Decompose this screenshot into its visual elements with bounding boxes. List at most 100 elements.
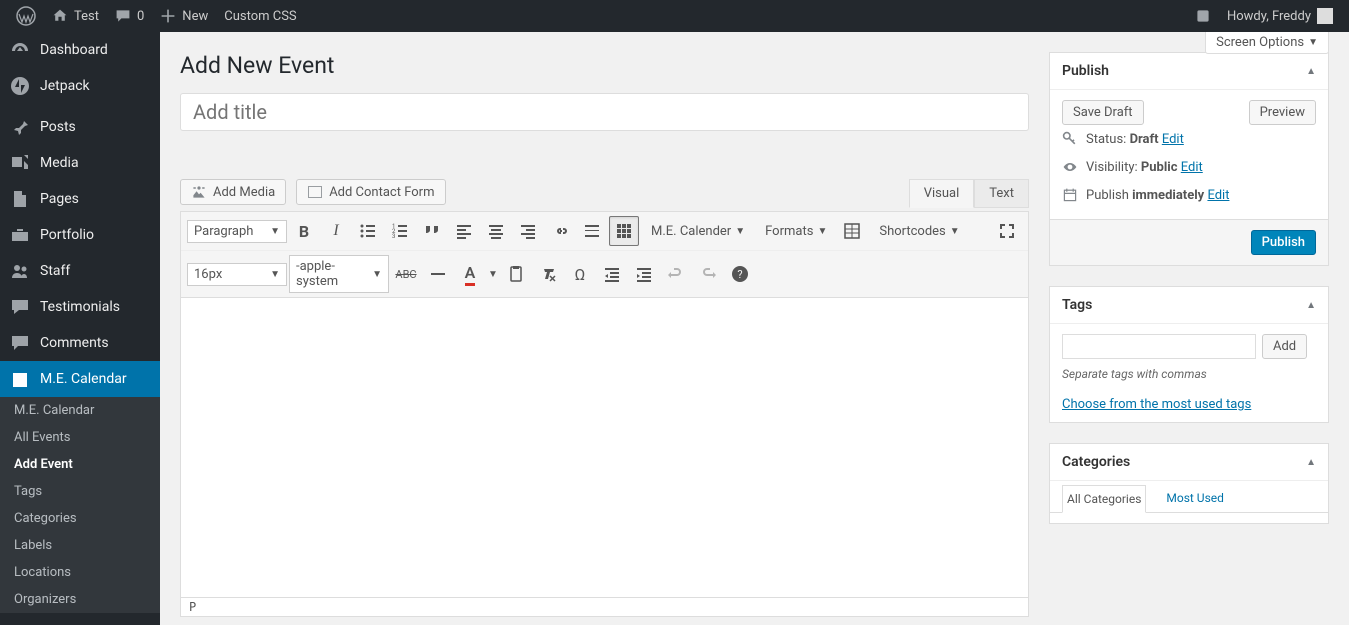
clear-format-button[interactable] bbox=[533, 259, 563, 289]
tab-all-categories[interactable]: All Categories bbox=[1062, 485, 1146, 513]
sidebar-item-testimonials[interactable]: Testimonials bbox=[0, 289, 160, 325]
submenu-organizers[interactable]: Organizers bbox=[0, 586, 160, 613]
undo-button[interactable] bbox=[661, 259, 691, 289]
sidebar-item-comments[interactable]: Comments bbox=[0, 325, 160, 361]
fontsize-select[interactable]: 16px▼ bbox=[187, 263, 287, 286]
edit-visibility-link[interactable]: Edit bbox=[1181, 160, 1203, 175]
bullet-list-button[interactable] bbox=[353, 216, 383, 246]
svg-text:?: ? bbox=[737, 268, 742, 281]
sidebar-item-staff[interactable]: Staff bbox=[0, 253, 160, 289]
paste-text-button[interactable] bbox=[501, 259, 531, 289]
submenu-add-event[interactable]: Add Event bbox=[0, 451, 160, 478]
tab-most-used[interactable]: Most Used bbox=[1162, 485, 1228, 512]
align-left-button[interactable] bbox=[449, 216, 479, 246]
account-link[interactable]: Howdy, Freddy bbox=[1219, 0, 1341, 32]
title-input[interactable] bbox=[180, 93, 1029, 131]
calendar-small-icon bbox=[1062, 187, 1078, 203]
submenu-labels[interactable]: Labels bbox=[0, 532, 160, 559]
italic-button[interactable]: I bbox=[321, 216, 351, 246]
toolbar-toggle-button[interactable] bbox=[609, 216, 639, 246]
wp-logo[interactable] bbox=[8, 0, 44, 32]
preview-button[interactable]: Preview bbox=[1249, 100, 1316, 125]
users-icon bbox=[10, 261, 30, 281]
sidebar-item-portfolio[interactable]: Portfolio bbox=[0, 217, 160, 253]
categories-metabox-toggle[interactable]: Categories▲ bbox=[1050, 444, 1328, 481]
publish-metabox: Publish▲ Save Draft Preview Status: Draf… bbox=[1049, 52, 1329, 266]
submenu-locations[interactable]: Locations bbox=[0, 559, 160, 586]
portfolio-icon bbox=[10, 225, 30, 245]
new-link[interactable]: New bbox=[152, 0, 216, 32]
fontfamily-select[interactable]: -apple-system▼ bbox=[289, 255, 389, 293]
sidebar-item-pages[interactable]: Pages bbox=[0, 181, 160, 217]
page-icon bbox=[10, 189, 30, 209]
editor-path: p bbox=[180, 598, 1029, 617]
tags-metabox: Tags▲ Add Separate tags with commas Choo… bbox=[1049, 286, 1329, 423]
comment-icon bbox=[10, 333, 30, 353]
comments-link[interactable]: 0 bbox=[107, 0, 152, 32]
page-title: Add New Event bbox=[180, 52, 1029, 79]
align-right-button[interactable] bbox=[513, 216, 543, 246]
blockquote-button[interactable] bbox=[417, 216, 447, 246]
table-button[interactable] bbox=[837, 216, 867, 246]
avatar-icon bbox=[1317, 8, 1333, 24]
shortcodes-dropdown[interactable]: Shortcodes▼ bbox=[869, 216, 967, 246]
hr-button[interactable] bbox=[423, 259, 453, 289]
submenu-calendar[interactable]: M.E. Calendar bbox=[0, 397, 160, 424]
add-media-button[interactable]: Add Media bbox=[180, 179, 286, 205]
site-link[interactable]: Test bbox=[44, 0, 107, 32]
tab-text[interactable]: Text bbox=[974, 179, 1029, 208]
tags-input[interactable] bbox=[1062, 334, 1256, 359]
more-button[interactable] bbox=[577, 216, 607, 246]
indent-button[interactable] bbox=[629, 259, 659, 289]
tags-hint: Separate tags with commas bbox=[1062, 367, 1316, 381]
sidebar-item-jetpack[interactable]: Jetpack bbox=[0, 68, 160, 104]
sidebar-item-media[interactable]: Media bbox=[0, 145, 160, 181]
align-center-button[interactable] bbox=[481, 216, 511, 246]
bold-button[interactable]: B bbox=[289, 216, 319, 246]
text-color-button[interactable]: A bbox=[455, 259, 485, 289]
format-select[interactable]: Paragraph▼ bbox=[187, 220, 287, 243]
calendar-icon bbox=[10, 369, 30, 389]
submenu-categories[interactable]: Categories bbox=[0, 505, 160, 532]
eye-icon bbox=[1062, 159, 1078, 175]
testimonial-icon bbox=[10, 297, 30, 317]
formats-dropdown[interactable]: Formats▼ bbox=[755, 216, 835, 246]
edit-date-link[interactable]: Edit bbox=[1207, 188, 1229, 203]
media-icon bbox=[10, 153, 30, 173]
notifications-icon[interactable] bbox=[1187, 0, 1219, 32]
me-calendar-dropdown[interactable]: M.E. Calender▼ bbox=[641, 216, 753, 246]
categories-metabox: Categories▲ All Categories Most Used bbox=[1049, 443, 1329, 524]
special-char-button[interactable]: Ω bbox=[565, 259, 595, 289]
chevron-up-icon: ▲ bbox=[1306, 300, 1316, 311]
strikethrough-button[interactable]: ABC bbox=[391, 259, 421, 289]
save-draft-button[interactable]: Save Draft bbox=[1062, 100, 1144, 125]
sidebar-item-posts[interactable]: Posts bbox=[0, 109, 160, 145]
sidebar-item-dashboard[interactable]: Dashboard bbox=[0, 32, 160, 68]
link-button[interactable] bbox=[545, 216, 575, 246]
submenu-all-events[interactable]: All Events bbox=[0, 424, 160, 451]
choose-tags-link[interactable]: Choose from the most used tags bbox=[1062, 397, 1316, 412]
gauge-icon bbox=[10, 40, 30, 60]
add-contact-button[interactable]: Add Contact Form bbox=[296, 179, 445, 205]
screen-options-button[interactable]: Screen Options▼ bbox=[1205, 32, 1329, 54]
redo-button[interactable] bbox=[693, 259, 723, 289]
tab-visual[interactable]: Visual bbox=[909, 179, 975, 208]
add-tag-button[interactable]: Add bbox=[1262, 334, 1307, 359]
numbered-list-button[interactable]: 123 bbox=[385, 216, 415, 246]
editor-body[interactable] bbox=[180, 298, 1029, 598]
submenu-tags[interactable]: Tags bbox=[0, 478, 160, 505]
edit-status-link[interactable]: Edit bbox=[1162, 132, 1184, 147]
chevron-down-icon: ▼ bbox=[1308, 37, 1318, 48]
admin-sidebar: Dashboard Jetpack Posts Media Pages Port… bbox=[0, 32, 160, 625]
publish-button[interactable]: Publish bbox=[1251, 230, 1316, 255]
help-button[interactable]: ? bbox=[725, 259, 755, 289]
outdent-button[interactable] bbox=[597, 259, 627, 289]
sidebar-item-calendar[interactable]: M.E. Calendar bbox=[0, 361, 160, 397]
svg-text:3: 3 bbox=[392, 233, 395, 240]
pin-icon bbox=[10, 117, 30, 137]
fullscreen-button[interactable] bbox=[992, 216, 1022, 246]
tags-metabox-toggle[interactable]: Tags▲ bbox=[1050, 287, 1328, 324]
custom-css-link[interactable]: Custom CSS bbox=[216, 0, 304, 32]
publish-metabox-toggle[interactable]: Publish▲ bbox=[1050, 53, 1328, 90]
jetpack-icon bbox=[10, 76, 30, 96]
